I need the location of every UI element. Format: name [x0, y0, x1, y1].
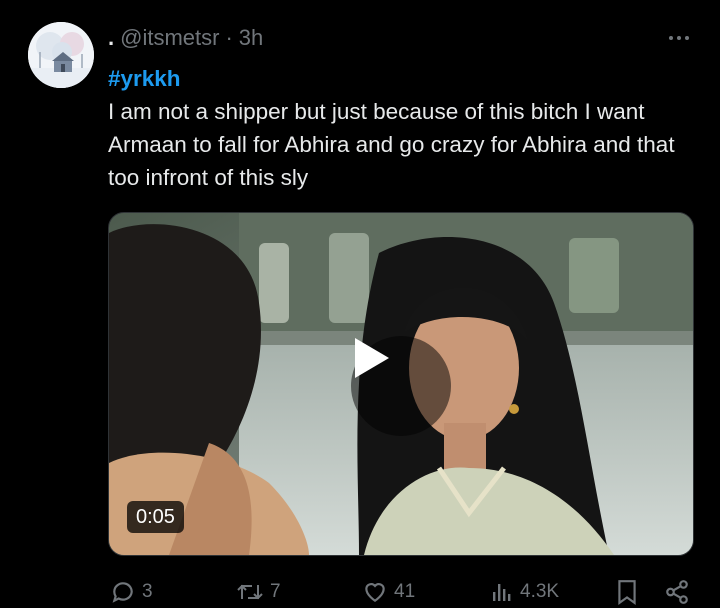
- tweet-body: I am not a shipper but just because of t…: [108, 99, 675, 190]
- share-icon: [666, 580, 688, 604]
- retweet-count: 7: [270, 581, 281, 602]
- video-player[interactable]: 0:05: [108, 212, 694, 556]
- more-options-button[interactable]: [666, 26, 692, 50]
- play-icon: [355, 338, 389, 378]
- hashtag-link[interactable]: #yrkkh: [108, 62, 688, 95]
- tweet-header: . @itsmetsr · 3h: [108, 24, 263, 52]
- reply-icon: [112, 582, 133, 603]
- share-button[interactable]: [664, 576, 690, 608]
- more-icon-dot: [677, 36, 681, 40]
- views-button[interactable]: 4.3K: [490, 576, 559, 608]
- more-icon-dot: [685, 36, 689, 40]
- retweet-icon: [237, 584, 263, 600]
- play-button[interactable]: [351, 336, 451, 436]
- display-name[interactable]: .: [108, 25, 114, 51]
- avatar[interactable]: [28, 22, 94, 88]
- user-handle[interactable]: @itsmetsr: [120, 25, 219, 51]
- reply-count: 3: [142, 581, 153, 602]
- like-button[interactable]: 41: [362, 576, 415, 608]
- like-count: 41: [394, 581, 416, 602]
- timestamp[interactable]: 3h: [239, 25, 263, 51]
- tweet-actions: 3 7 41 4.3K: [108, 576, 698, 608]
- separator: ·: [225, 25, 233, 50]
- retweet-button[interactable]: 7: [236, 576, 281, 608]
- like-icon: [365, 583, 385, 602]
- views-count: 4.3K: [520, 581, 560, 602]
- video-duration-badge: 0:05: [127, 501, 184, 533]
- tweet-text: #yrkkh I am not a shipper but just becau…: [108, 62, 688, 194]
- more-icon-dot: [669, 36, 673, 40]
- reply-button[interactable]: 3: [110, 576, 153, 608]
- bookmark-button[interactable]: [616, 576, 638, 608]
- views-icon: [493, 584, 511, 601]
- bookmark-icon: [618, 580, 636, 605]
